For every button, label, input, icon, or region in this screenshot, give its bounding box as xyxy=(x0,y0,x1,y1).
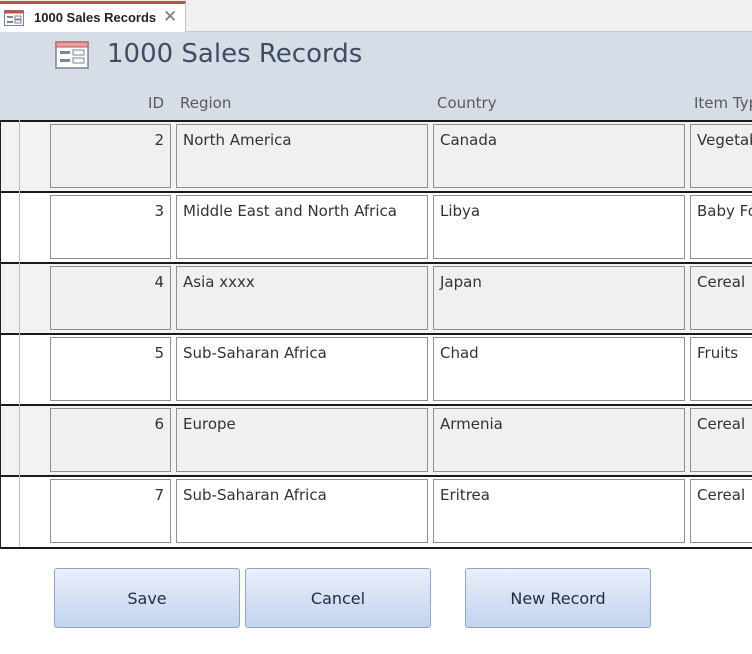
record-selector[interactable] xyxy=(19,120,20,191)
country-field[interactable]: Japan xyxy=(433,266,685,330)
record-selector[interactable] xyxy=(19,475,20,546)
id-field[interactable]: 6 xyxy=(50,408,171,472)
column-header-country: Country xyxy=(437,94,497,112)
form-header: 1000 Sales Records ID Region Country Ite… xyxy=(0,32,752,120)
form-header-icon xyxy=(55,41,89,69)
row-divider xyxy=(1,475,752,477)
list-bottom-divider xyxy=(0,547,752,549)
form-icon xyxy=(4,10,24,26)
cancel-button[interactable]: Cancel xyxy=(245,568,431,628)
item-type-field[interactable]: Cereal xyxy=(690,408,752,472)
country-field[interactable]: Libya xyxy=(433,195,685,259)
form-title: 1000 Sales Records xyxy=(107,39,363,69)
country-field[interactable]: Eritrea xyxy=(433,479,685,543)
record-row: 6 Europe Armenia Cereal xyxy=(1,404,752,475)
column-header-id: ID xyxy=(148,94,164,112)
region-field[interactable]: North America xyxy=(176,124,428,188)
record-row: 4 Asia xxxx Japan Cereal xyxy=(1,262,752,333)
id-field[interactable]: 5 xyxy=(50,337,171,401)
document-tab[interactable]: 1000 Sales Records ✕ xyxy=(0,1,186,32)
row-divider xyxy=(1,191,752,193)
save-button[interactable]: Save xyxy=(54,568,240,628)
record-selector[interactable] xyxy=(19,333,20,404)
region-field[interactable]: Sub-Saharan Africa xyxy=(176,337,428,401)
region-field[interactable]: Middle East and North Africa xyxy=(176,195,428,259)
records-list: 2 North America Canada Vegetab 3 Middle … xyxy=(0,120,752,548)
row-divider xyxy=(1,120,752,122)
item-type-field[interactable]: Cereal xyxy=(690,266,752,330)
record-selector[interactable] xyxy=(19,262,20,333)
record-selector[interactable] xyxy=(19,404,20,475)
row-divider xyxy=(1,404,752,406)
id-field[interactable]: 7 xyxy=(50,479,171,543)
record-row: 3 Middle East and North Africa Libya Bab… xyxy=(1,191,752,262)
region-field[interactable]: Sub-Saharan Africa xyxy=(176,479,428,543)
item-type-field[interactable]: Baby Fo xyxy=(690,195,752,259)
region-field[interactable]: Europe xyxy=(176,408,428,472)
item-type-field[interactable]: Vegetab xyxy=(690,124,752,188)
tab-title: 1000 Sales Records xyxy=(34,10,157,25)
document-tab-strip: 1000 Sales Records ✕ xyxy=(0,0,752,32)
country-field[interactable]: Chad xyxy=(433,337,685,401)
item-type-field[interactable]: Cereal xyxy=(690,479,752,543)
record-row: 5 Sub-Saharan Africa Chad Fruits xyxy=(1,333,752,404)
record-selector[interactable] xyxy=(19,191,20,262)
new-record-button[interactable]: New Record xyxy=(465,568,651,628)
country-field[interactable]: Armenia xyxy=(433,408,685,472)
record-row: 2 North America Canada Vegetab xyxy=(1,120,752,191)
column-header-region: Region xyxy=(180,94,232,112)
country-field[interactable]: Canada xyxy=(433,124,685,188)
row-divider xyxy=(1,333,752,335)
item-type-field[interactable]: Fruits xyxy=(690,337,752,401)
region-field[interactable]: Asia xxxx xyxy=(176,266,428,330)
record-row: 7 Sub-Saharan Africa Eritrea Cereal xyxy=(1,475,752,546)
column-header-item-type: Item Typ xyxy=(694,94,752,112)
id-field[interactable]: 3 xyxy=(50,195,171,259)
id-field[interactable]: 2 xyxy=(50,124,171,188)
row-divider xyxy=(1,262,752,264)
id-field[interactable]: 4 xyxy=(50,266,171,330)
close-icon[interactable]: ✕ xyxy=(163,7,177,27)
